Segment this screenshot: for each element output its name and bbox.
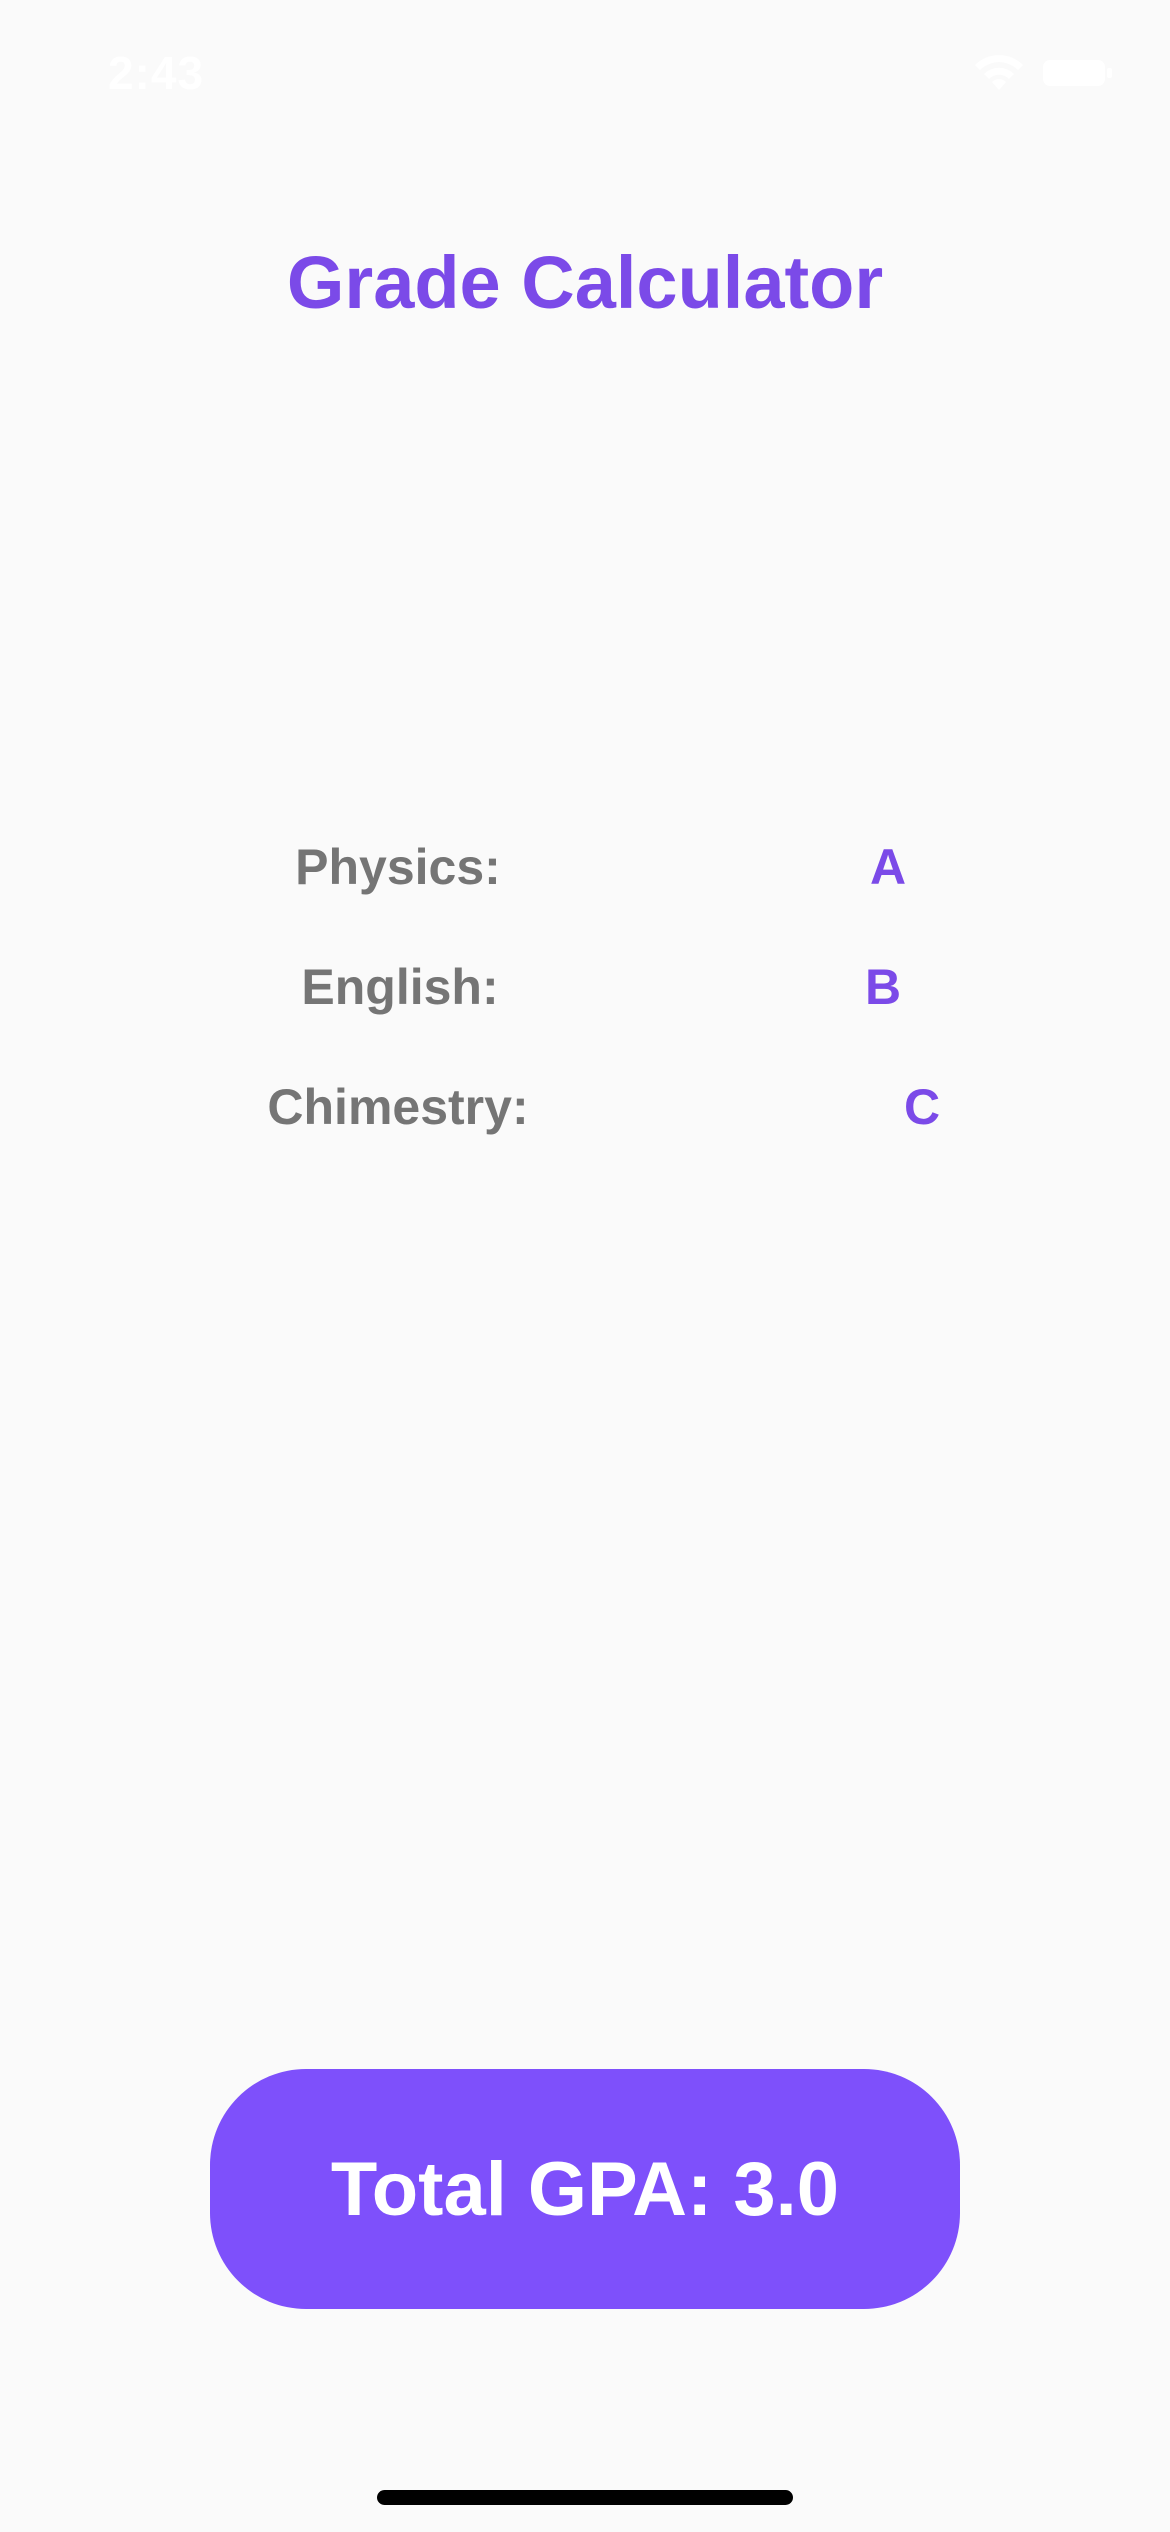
- page-title: Grade Calculator: [286, 241, 884, 324]
- grade-row-chemistry: Chimestry: C: [0, 1078, 1170, 1148]
- grade-value: A: [869, 839, 907, 895]
- subject-label: English:: [301, 959, 499, 1015]
- total-gpa-button[interactable]: Total GPA: 3.0: [210, 2069, 960, 2309]
- grade-row-english: English: B: [0, 958, 1170, 1028]
- status-time: 2:43: [108, 47, 205, 99]
- wifi-icon: [975, 55, 1023, 90]
- subject-label: Chimestry:: [267, 1079, 529, 1135]
- subject-label: Physics:: [295, 839, 501, 895]
- grade-row-physics: Physics: A: [0, 838, 1170, 908]
- screen: 2:43 Grade Calculator Physics: A English…: [0, 0, 1170, 2532]
- grade-value: B: [864, 959, 902, 1015]
- home-indicator[interactable]: [377, 2490, 793, 2505]
- grade-value: C: [903, 1079, 941, 1135]
- battery-icon: [1043, 60, 1112, 86]
- total-gpa-label: Total GPA: 3.0: [330, 2146, 840, 2232]
